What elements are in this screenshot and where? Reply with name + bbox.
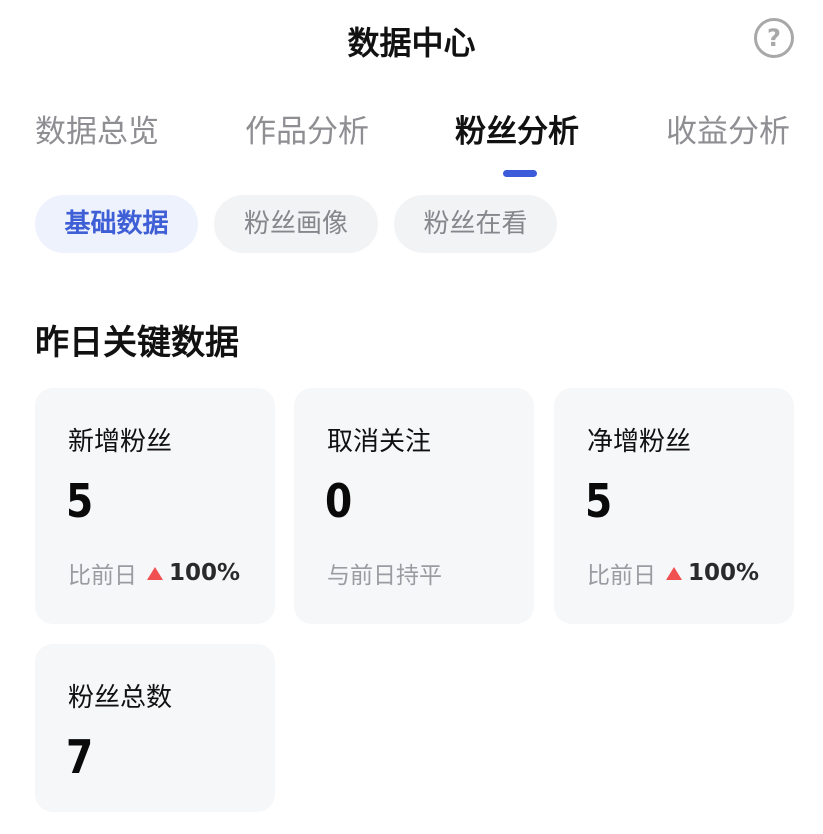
compare-label: 比前日 — [68, 563, 137, 589]
section-title: 昨日关键数据 — [35, 323, 239, 363]
chip-fan-profile[interactable]: 粉丝画像 — [214, 195, 378, 253]
tab-data-overview[interactable]: 数据总览 — [35, 106, 159, 151]
stat-card-new-fans[interactable]: 新增粉丝 5 比前日 100% — [35, 388, 275, 624]
change-percent: 100% — [169, 560, 241, 586]
chip-fans-watching[interactable]: 粉丝在看 — [394, 195, 557, 253]
help-icon[interactable]: ? — [754, 18, 794, 58]
change-percent: 100% — [688, 560, 760, 586]
compare-label: 与前日持平 — [327, 563, 442, 589]
tab-works-analysis[interactable]: 作品分析 — [245, 106, 369, 151]
stat-card-label: 粉丝总数 — [68, 683, 173, 713]
header: 数据中心 ? — [0, 0, 823, 80]
stat-card-total-fans[interactable]: 粉丝总数 7 — [35, 644, 275, 812]
trend-up-icon — [666, 566, 682, 580]
stat-card-value: 5 — [66, 474, 94, 528]
stat-card-unfollows[interactable]: 取消关注 0 与前日持平 — [294, 388, 534, 624]
trend-up-icon — [147, 566, 163, 580]
tab-revenue-analysis[interactable]: 收益分析 — [666, 106, 790, 151]
sub-tab-chips: 基础数据 粉丝画像 粉丝在看 — [0, 195, 823, 253]
tab-fans-analysis[interactable]: 粉丝分析 — [455, 106, 579, 151]
stat-card-value: 5 — [585, 474, 613, 528]
chip-basic-data[interactable]: 基础数据 — [35, 195, 198, 253]
active-tab-indicator — [503, 170, 537, 177]
tab-bar: 数据总览 作品分析 粉丝分析 收益分析 — [0, 106, 823, 180]
stat-card-compare: 比前日 100% — [68, 556, 240, 590]
stat-card-net-fans[interactable]: 净增粉丝 5 比前日 100% — [554, 388, 794, 624]
stat-card-label: 新增粉丝 — [68, 427, 173, 457]
page-title: 数据中心 — [347, 24, 476, 62]
stat-card-compare: 与前日持平 — [327, 556, 442, 590]
stat-card-label: 取消关注 — [327, 427, 432, 457]
stat-card-label: 净增粉丝 — [587, 427, 692, 457]
stat-card-compare: 比前日 100% — [587, 556, 759, 590]
compare-label: 比前日 — [587, 563, 656, 589]
stat-card-value: 0 — [325, 474, 353, 528]
stat-card-value: 7 — [66, 730, 94, 784]
